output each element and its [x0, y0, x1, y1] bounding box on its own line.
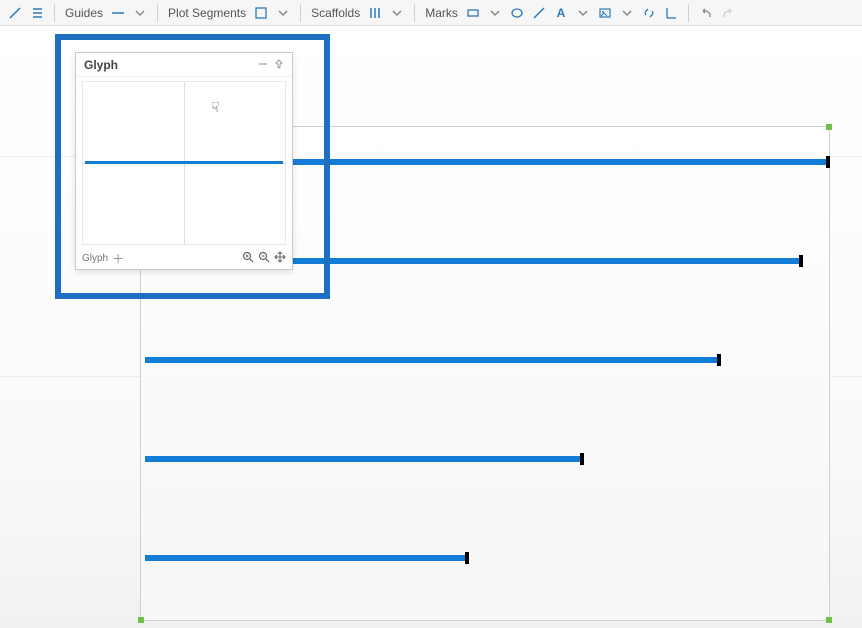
guides-label: Guides	[63, 6, 105, 20]
marks-group: Marks A	[423, 3, 680, 23]
glyph-panel-footer: Glyph ＋	[82, 249, 286, 267]
data-axis-icon[interactable]	[662, 3, 680, 23]
mark-ellipse-icon[interactable]	[508, 3, 526, 23]
add-glyph-icon[interactable]: ＋	[112, 250, 124, 267]
bar-end-tick	[465, 552, 469, 564]
canvas[interactable]: Glyph Glyph ＋	[0, 26, 862, 628]
toolbar-sep	[688, 4, 689, 22]
glyph-panel-highlight: Glyph Glyph ＋	[55, 34, 330, 299]
mark-image-icon[interactable]	[596, 3, 614, 23]
chevron-down-icon[interactable]	[486, 3, 504, 23]
anchor-handle[interactable]	[138, 617, 144, 623]
toolbar: Guides Plot Segments Scaffolds	[0, 0, 862, 26]
guides-group: Guides	[63, 3, 149, 23]
chevron-down-icon[interactable]	[618, 3, 636, 23]
marks-label: Marks	[423, 6, 460, 20]
scaffolds-group: Scaffolds	[309, 3, 406, 23]
glyph-panel-title: Glyph	[84, 53, 118, 77]
scaffolds-label: Scaffolds	[309, 6, 362, 20]
glyph-panel[interactable]: Glyph Glyph ＋	[75, 52, 293, 270]
undo-icon[interactable]	[697, 3, 715, 23]
toolbar-sep	[414, 4, 415, 22]
guide-horizontal-icon[interactable]	[109, 3, 127, 23]
glyph-tab-label[interactable]: Glyph	[82, 253, 108, 264]
glyph-editor[interactable]	[82, 81, 286, 245]
plot-segments-group: Plot Segments	[166, 3, 292, 23]
bar-mark[interactable]	[145, 456, 581, 462]
redo-icon[interactable]	[719, 3, 737, 23]
link-icon[interactable]	[640, 3, 658, 23]
region-icon[interactable]	[252, 3, 270, 23]
zoom-out-icon[interactable]	[258, 251, 270, 266]
chevron-down-icon[interactable]	[274, 3, 292, 23]
glyph-mark-line[interactable]	[85, 161, 283, 164]
chevron-down-icon[interactable]	[131, 3, 149, 23]
glyph-panel-header[interactable]: Glyph	[76, 53, 292, 77]
anchor-handle[interactable]	[826, 124, 832, 130]
zoom-in-icon[interactable]	[242, 251, 254, 266]
anchor-handle[interactable]	[826, 617, 832, 623]
scaffold-columns-icon[interactable]	[366, 3, 384, 23]
bar-end-tick	[799, 255, 803, 267]
bar-mark[interactable]	[145, 357, 718, 363]
pin-icon[interactable]	[274, 53, 284, 77]
chevron-down-icon[interactable]	[574, 3, 592, 23]
list-tool-icon[interactable]	[28, 3, 46, 23]
chevron-down-icon[interactable]	[388, 3, 406, 23]
toolbar-sep	[157, 4, 158, 22]
mark-text-icon[interactable]: A	[552, 3, 570, 23]
toolbar-sep	[300, 4, 301, 22]
mark-line-icon[interactable]	[530, 3, 548, 23]
bar-end-tick	[580, 453, 584, 465]
toolbar-sep	[54, 4, 55, 22]
mark-rect-icon[interactable]	[464, 3, 482, 23]
bar-end-tick	[826, 156, 830, 168]
minimize-icon[interactable]	[258, 53, 268, 77]
pan-icon[interactable]	[274, 251, 286, 266]
bar-end-tick	[717, 354, 721, 366]
bar-mark[interactable]	[145, 555, 466, 561]
plot-segments-label: Plot Segments	[166, 6, 248, 20]
line-tool-icon[interactable]	[6, 3, 24, 23]
